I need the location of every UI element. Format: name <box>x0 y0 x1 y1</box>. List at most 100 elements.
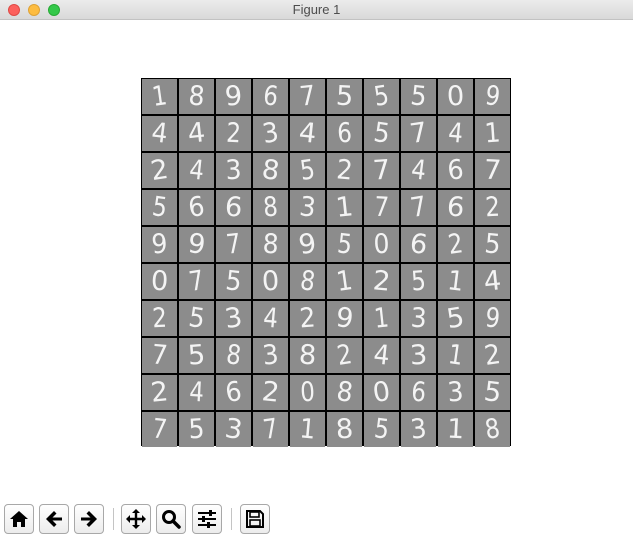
digit-image-grid: 1896755509442346574124385274675668317762… <box>141 78 511 447</box>
digit-cell: 3 <box>216 412 251 447</box>
digit-cell: 7 <box>401 190 436 225</box>
digit-cell: 3 <box>216 301 251 336</box>
digit-cell: 2 <box>327 153 362 188</box>
digit-cell: 0 <box>253 264 288 299</box>
digit-cell: 8 <box>327 375 362 410</box>
digit-cell: 8 <box>290 264 325 299</box>
digit-cell: 2 <box>475 338 510 373</box>
digit-cell: 1 <box>327 190 362 225</box>
digit-cell: 0 <box>290 375 325 410</box>
digit-cell: 0 <box>364 375 399 410</box>
digit-cell: 3 <box>253 338 288 373</box>
digit-cell: 5 <box>438 301 473 336</box>
digit-cell: 8 <box>475 412 510 447</box>
digit-cell: 4 <box>475 264 510 299</box>
digit-cell: 7 <box>253 412 288 447</box>
digit-cell: 5 <box>364 412 399 447</box>
digit-cell: 5 <box>401 79 436 114</box>
digit-cell: 5 <box>179 412 214 447</box>
digit-cell: 9 <box>475 301 510 336</box>
digit-cell: 3 <box>401 338 436 373</box>
window-title: Figure 1 <box>292 2 341 17</box>
digit-cell: 4 <box>253 301 288 336</box>
digit-cell: 6 <box>179 190 214 225</box>
digit-cell: 4 <box>179 153 214 188</box>
digit-cell: 8 <box>253 227 288 262</box>
home-icon <box>10 511 28 527</box>
save-button[interactable] <box>240 504 270 534</box>
digit-cell: 2 <box>364 264 399 299</box>
digit-cell: 5 <box>327 227 362 262</box>
navigation-toolbar <box>0 500 633 538</box>
digit-cell: 2 <box>475 190 510 225</box>
digit-cell: 5 <box>290 153 325 188</box>
zoom-button[interactable] <box>156 504 186 534</box>
digit-cell: 2 <box>142 375 177 410</box>
digit-cell: 2 <box>142 153 177 188</box>
digit-cell: 3 <box>401 301 436 336</box>
digit-cell: 7 <box>142 338 177 373</box>
digit-cell: 8 <box>290 338 325 373</box>
digit-cell: 3 <box>253 116 288 151</box>
magnifier-icon <box>162 510 181 529</box>
toolbar-separator <box>113 508 114 530</box>
digit-cell: 5 <box>364 79 399 114</box>
digit-cell: 2 <box>327 338 362 373</box>
digit-cell: 8 <box>253 190 288 225</box>
digit-cell: 6 <box>401 227 436 262</box>
digit-cell: 6 <box>216 375 251 410</box>
digit-cell: 4 <box>179 375 214 410</box>
digit-cell: 6 <box>216 190 251 225</box>
home-button[interactable] <box>4 504 34 534</box>
arrow-right-icon <box>81 511 97 527</box>
digit-cell: 5 <box>327 79 362 114</box>
digit-cell: 4 <box>438 116 473 151</box>
back-button[interactable] <box>39 504 69 534</box>
forward-button[interactable] <box>74 504 104 534</box>
digit-cell: 7 <box>364 190 399 225</box>
digit-cell: 2 <box>438 227 473 262</box>
digit-cell: 7 <box>290 79 325 114</box>
digit-cell: 2 <box>216 116 251 151</box>
digit-cell: 4 <box>179 116 214 151</box>
digit-cell: 1 <box>142 79 177 114</box>
digit-cell: 9 <box>216 79 251 114</box>
digit-cell: 4 <box>364 338 399 373</box>
window-titlebar: Figure 1 <box>0 0 633 20</box>
digit-cell: 9 <box>179 227 214 262</box>
digit-cell: 9 <box>290 227 325 262</box>
digit-cell: 7 <box>364 153 399 188</box>
digit-cell: 8 <box>253 153 288 188</box>
digit-cell: 5 <box>364 116 399 151</box>
pan-button[interactable] <box>121 504 151 534</box>
digit-cell: 1 <box>290 412 325 447</box>
digit-cell: 0 <box>438 79 473 114</box>
digit-cell: 8 <box>327 412 362 447</box>
digit-cell: 5 <box>142 190 177 225</box>
move-icon <box>126 509 146 529</box>
digit-cell: 4 <box>290 116 325 151</box>
digit-cell: 5 <box>401 264 436 299</box>
digit-cell: 5 <box>475 375 510 410</box>
digit-cell: 7 <box>216 227 251 262</box>
digit-cell: 7 <box>142 412 177 447</box>
digit-cell: 5 <box>216 264 251 299</box>
digit-cell: 1 <box>475 116 510 151</box>
digit-cell: 6 <box>327 116 362 151</box>
digit-cell: 2 <box>142 301 177 336</box>
digit-cell: 8 <box>179 79 214 114</box>
digit-cell: 6 <box>438 153 473 188</box>
digit-cell: 1 <box>327 264 362 299</box>
configure-subplots-button[interactable] <box>192 504 222 534</box>
digit-cell: 9 <box>327 301 362 336</box>
digit-cell: 0 <box>364 227 399 262</box>
digit-cell: 6 <box>253 79 288 114</box>
digit-cell: 8 <box>216 338 251 373</box>
digit-cell: 2 <box>290 301 325 336</box>
digit-cell: 3 <box>401 412 436 447</box>
digit-cell: 6 <box>438 190 473 225</box>
digit-cell: 1 <box>438 264 473 299</box>
digit-cell: 1 <box>364 301 399 336</box>
digit-cell: 0 <box>142 264 177 299</box>
floppy-disk-icon <box>246 510 264 528</box>
